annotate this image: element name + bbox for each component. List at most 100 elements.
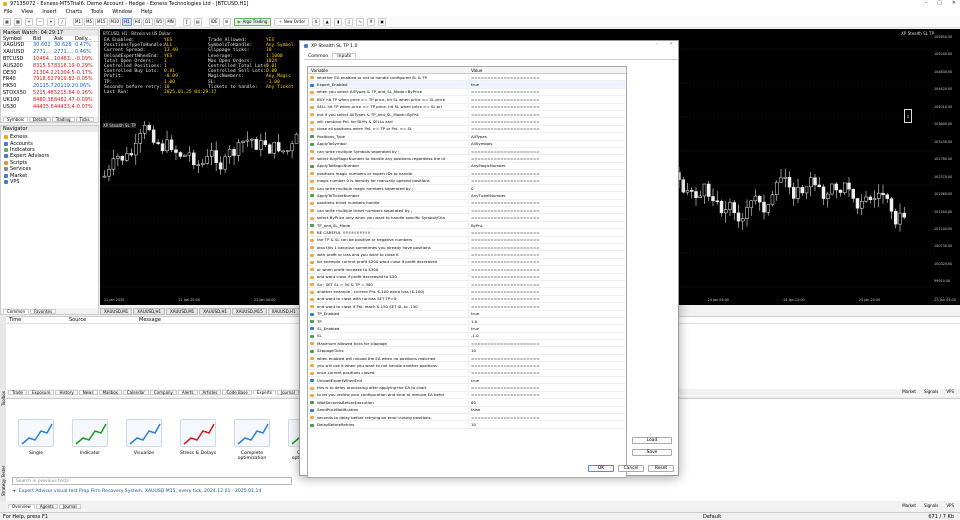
line-chart-icon[interactable]: ∿ [356, 17, 365, 26]
input-row[interactable]: positions magic numbers or expert IDs to… [308, 170, 626, 178]
toolbox-tab-journal[interactable]: Journal [276, 389, 299, 395]
timeframe-w1[interactable]: W1 [153, 17, 165, 26]
market-watch-row[interactable]: FR40 7918.62 7919.82 -0.05% [1, 76, 98, 83]
tester-vps-link[interactable]: VPS [946, 503, 954, 508]
input-value[interactable]: ===================== [468, 229, 626, 235]
market-watch-row[interactable]: XAUUSD 2771.... 2771.... 0.46% [1, 49, 98, 56]
tester-mode-visualize[interactable]: Visualize [124, 419, 164, 461]
new-chart-icon[interactable]: ▦ [3, 17, 11, 26]
close-icon[interactable]: ✕ [952, 0, 956, 6]
dialog-tab-common[interactable]: Common [304, 53, 332, 59]
market-watch-row[interactable]: DE30 21304.2 21304.5 -0.17% [1, 69, 98, 76]
dialog-tab-inputs[interactable]: Inputs [332, 53, 357, 59]
input-row[interactable]: DelayBeforeRetries 10 [308, 421, 626, 429]
menu-insert[interactable]: Insert [42, 9, 56, 15]
save-button[interactable]: Save [632, 449, 672, 456]
tester-mode-stress-delays[interactable]: Stress & Delays [178, 419, 218, 461]
input-row[interactable]: can write multiple Symbols seperated by … [308, 148, 626, 156]
input-row[interactable]: select AnyMagicNumber to handle any posi… [308, 155, 626, 163]
tester-tab-agents[interactable]: Agents [35, 504, 58, 509]
signal-icon[interactable]: ▲ [323, 17, 332, 26]
reset-button[interactable]: Reset [648, 465, 674, 472]
input-row[interactable]: select ByPrice only when you want to han… [308, 214, 626, 222]
input-value[interactable]: ===================== [468, 289, 626, 295]
input-value[interactable]: ===================== [468, 207, 626, 213]
dialog-close-icon[interactable]: ✕ [669, 42, 673, 47]
input-row[interactable]: Expert_Enabled true [308, 81, 626, 89]
input-value[interactable]: ===================== [468, 252, 626, 258]
toolbox-tab-trade[interactable]: Trade [8, 389, 27, 395]
input-value[interactable]: 60 [468, 399, 626, 405]
input-row[interactable]: magic number 0 is identity for manually … [308, 177, 626, 185]
market-watch-row[interactable]: HK50 20115.7 20119.2 0.06% [1, 83, 98, 90]
input-row[interactable]: ApplyToSymbol AllSymbols [308, 141, 626, 148]
input-value[interactable]: ===================== [468, 170, 626, 176]
timeframe-m1[interactable]: M1 [73, 17, 83, 26]
timeframe-h1[interactable]: H1 [122, 17, 132, 26]
input-value[interactable]: ===================== [468, 119, 626, 125]
tester-tab-overview[interactable]: Overview [8, 504, 35, 509]
menu-charts[interactable]: Charts [66, 9, 82, 15]
input-row[interactable]: BE CAREFUL !!!!!!!!!!!!!!!!!! ===========… [308, 229, 626, 237]
input-value[interactable]: 0 [468, 185, 626, 191]
chart-tab[interactable]: XAUUSD,M1 [166, 308, 199, 315]
market-watch-col-0[interactable]: Symbol [3, 36, 33, 42]
input-row[interactable]: for example current profit $200 want clo… [308, 259, 626, 267]
market-watch-tab-symbols[interactable]: Symbols [3, 116, 28, 122]
toolbox-tab-mailbox[interactable]: Mailbox [98, 389, 122, 395]
toolbox-tab-company[interactable]: Company [149, 389, 177, 395]
tester-market-link[interactable]: Market [902, 503, 916, 508]
input-value[interactable]: ===================== [468, 259, 626, 265]
input-row[interactable]: Positions_Type AllTypes [308, 133, 626, 141]
input-value[interactable]: ===================== [468, 155, 626, 161]
algo-trading-button[interactable]: ▶ Algo Trading [233, 17, 272, 26]
tester-mode-complete-optimization[interactable]: Complete optimization [232, 419, 272, 461]
crosshair-icon[interactable]: ⌖ [47, 17, 55, 26]
menu-help[interactable]: Help [141, 9, 152, 15]
input-row[interactable]: also this 1 because sometimes you alread… [308, 244, 626, 252]
tester-mode-single[interactable]: Single [16, 419, 56, 461]
input-value[interactable]: 10 [468, 422, 626, 428]
trendline-icon[interactable]: ∕ [58, 17, 66, 26]
chart-tab[interactable]: XAUUSD,H1 [133, 308, 165, 315]
input-value[interactable]: ===================== [468, 303, 626, 309]
input-row[interactable]: can write multiple magic numbers seperat… [308, 185, 626, 193]
new-order-button[interactable]: + New Order [274, 17, 310, 26]
inputs-col-variable[interactable]: Variable [308, 68, 468, 73]
timeframe-d1[interactable]: D1 [143, 17, 153, 26]
chart-tab[interactable]: XAUUSD,M15 [232, 308, 267, 315]
tester-search-input[interactable]: Search in previous tests [12, 477, 292, 485]
input-row[interactable]: TP_and_SL_Mode ByPnL [308, 222, 626, 230]
menu-tools[interactable]: Tools [91, 9, 103, 15]
input-value[interactable]: ===================== [468, 89, 626, 95]
market-watch-tab-trading[interactable]: Trading [51, 116, 75, 122]
input-value[interactable]: 10 [468, 348, 626, 354]
toolbox-tab-code-base[interactable]: Code Base [222, 389, 252, 395]
input-row[interactable]: the TP & SL can be positive or negative … [308, 237, 626, 244]
market-watch-row[interactable]: AUS200 8315.57 8316.19 -0.29% [1, 62, 98, 69]
input-row[interactable]: ApplyToMagicNumber AnyMagicNumber [308, 163, 626, 171]
market-watch-col-2[interactable]: Ask [54, 36, 75, 42]
grid-icon[interactable]: # [367, 17, 376, 26]
input-row[interactable]: can write multiple ticket numbers sepera… [308, 207, 626, 215]
chart-tab[interactable]: XAUUSD,M1 [100, 308, 133, 315]
input-value[interactable]: true [468, 325, 626, 331]
input-value[interactable]: ===================== [468, 266, 626, 272]
input-row[interactable]: will combine PnL for BUYs & SELLs and ===… [308, 118, 626, 126]
vps-link[interactable]: VPS [946, 389, 954, 394]
input-value[interactable]: ===================== [468, 215, 626, 221]
input-row[interactable]: seconds to delay before retrying on erro… [308, 414, 626, 422]
market-watch-row[interactable]: US30 44435.6 44433.4 -0.07% [1, 103, 98, 110]
input-value[interactable]: AllTypes [468, 133, 626, 139]
signals-link[interactable]: Signals [924, 389, 938, 394]
input-row[interactable]: ApplyToTicketNumber AnyTicketNumber [308, 192, 626, 200]
market-watch-row[interactable]: STOXX50 5215.48 5215.64 -0.16% [1, 90, 98, 97]
input-value[interactable]: ===================== [468, 385, 626, 391]
input-row[interactable]: SELL hit TP when price <= TP price, hit … [308, 104, 626, 111]
market-link[interactable]: Market [902, 389, 916, 394]
input-value[interactable]: 1.0 [468, 318, 626, 324]
input-value[interactable]: ===================== [468, 296, 626, 302]
input-row[interactable]: TP_Enabled true [308, 311, 626, 318]
input-row[interactable]: to let you review your configuration and… [308, 392, 626, 400]
input-value[interactable]: ===================== [468, 392, 626, 398]
